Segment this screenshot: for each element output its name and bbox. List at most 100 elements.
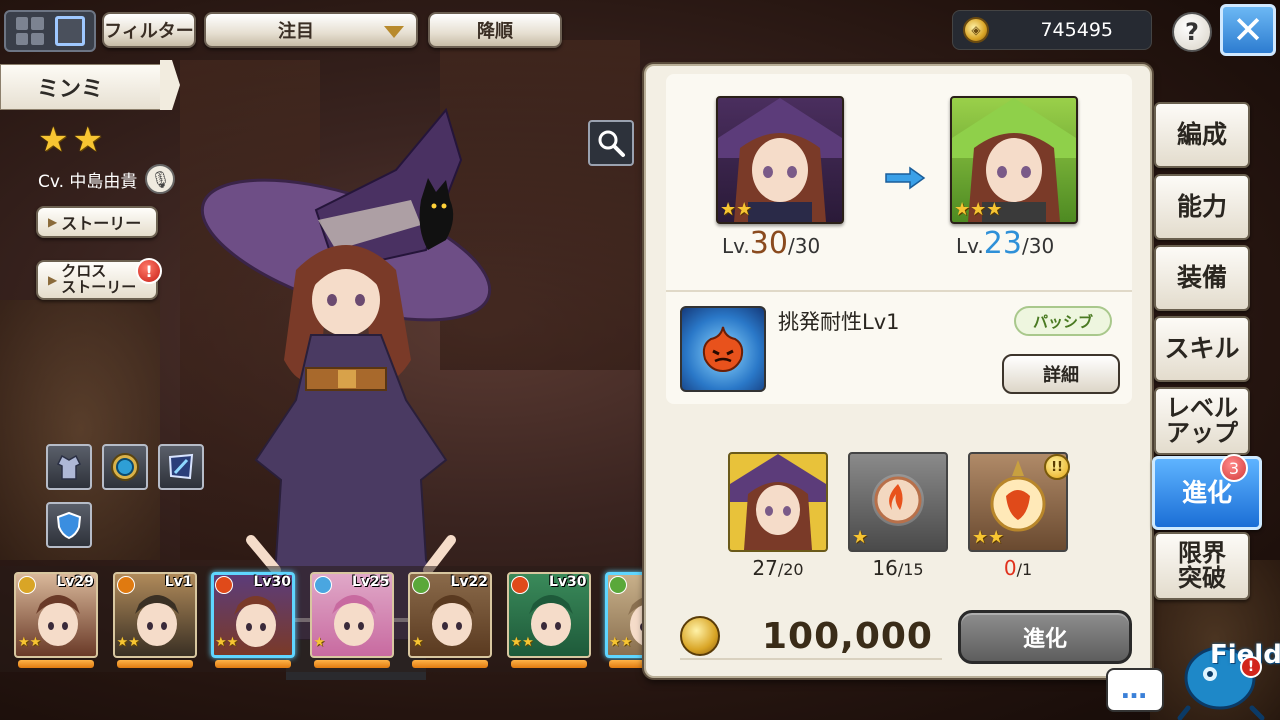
roster-exp-bar (215, 660, 291, 668)
level-before-max: /30 (787, 234, 821, 258)
material-pendant-have: 0 (1003, 556, 1017, 580)
material-orb-slot[interactable]: ★ (848, 452, 948, 552)
level-after: Lv.23/30 (956, 226, 1054, 261)
cross-story-alert-icon: ! (136, 258, 162, 284)
material-orb-have: 16 (872, 556, 898, 580)
element-icon (116, 576, 135, 594)
element-icon (412, 576, 430, 594)
roster-card[interactable]: Lv1 ★★ (112, 572, 197, 668)
element-icon (215, 576, 233, 594)
coin-icon (680, 616, 720, 656)
roster-stars: ★★ (18, 635, 42, 650)
level-before-prefix: Lv. (722, 234, 750, 258)
star-icon: ★ (72, 120, 103, 160)
zoom-search-icon[interactable] (588, 120, 634, 166)
material-orb-need: /15 (897, 560, 924, 579)
gold-counter: ◈ 745495 (952, 10, 1152, 50)
roster-card[interactable]: Lv29 ★★ (14, 572, 98, 668)
element-icon (313, 576, 332, 594)
level-after-max: /30 (1021, 234, 1055, 258)
portrait-after[interactable]: ★★★ (950, 96, 1078, 224)
material-character-need: /20 (777, 560, 804, 579)
skill-type-badge: パッシブ (1014, 306, 1112, 336)
roster-level: Lv22 (450, 574, 488, 590)
tab-stats[interactable]: 能力 (1154, 174, 1250, 240)
element-icon (18, 576, 36, 594)
roster-level: Lv30 (253, 574, 291, 590)
tab-formation[interactable]: 編成 (1154, 102, 1250, 168)
cross-story-button-label: クロス ストーリー (61, 262, 137, 296)
portrait-after-stars: ★★★ (954, 199, 1003, 220)
voice-actor: Cv. 中島由貴 🎙 (38, 164, 176, 194)
roster-card[interactable]: Lv22 ★ (408, 572, 492, 668)
roster-stars: ★ (412, 635, 424, 650)
name-plate-tab (160, 60, 180, 110)
level-after-value: 23 (983, 226, 1022, 261)
roster-card[interactable]: Lv25 ★ (309, 572, 394, 668)
level-after-prefix: Lv. (956, 234, 984, 258)
roster-stars: ★★ (510, 635, 534, 650)
roster-exp-bar (313, 660, 390, 668)
microphone-icon[interactable]: 🎙 (145, 164, 176, 194)
evolution-cost: 100,000 (680, 614, 942, 660)
roster-level: Lv25 (351, 574, 390, 590)
star-icon: ★ (38, 120, 69, 160)
skill-icon[interactable] (680, 306, 766, 392)
tab-level-up[interactable]: レベル アップ (1154, 387, 1250, 455)
roster-exp-bar (18, 660, 94, 668)
roster-stars: ★★ (215, 635, 239, 650)
roster-level: Lv29 (56, 574, 94, 590)
evolution-cost-value: 100,000 (762, 615, 933, 657)
rarity-stars: ★ ★ (38, 120, 103, 160)
roster-level: Lv1 (164, 574, 193, 590)
play-arrow-icon: ▶ (48, 215, 58, 229)
roster-card[interactable]: Lv30 ★★ (506, 572, 591, 668)
material-alert-icon: !! (1044, 454, 1070, 480)
tab-equipment[interactable]: 装備 (1154, 245, 1250, 311)
roster-stars: ★★ (609, 635, 633, 650)
accessory-equip-icon[interactable] (102, 444, 148, 490)
level-before-value: 30 (749, 226, 788, 261)
element-icon (510, 576, 529, 594)
roster-card[interactable]: Lv30 ★★ (211, 572, 295, 668)
armor-equip-icon[interactable] (46, 444, 92, 490)
sort-dropdown[interactable]: 注目 (204, 12, 418, 48)
roster-stars: ★ (313, 635, 326, 650)
skill-name: 挑発耐性Lv1 (778, 310, 900, 334)
voice-actor-label: Cv. 中島由貴 (38, 171, 138, 192)
tab-skill[interactable]: スキル (1154, 316, 1250, 382)
roster-exp-bar (116, 660, 193, 668)
field-button-icon[interactable] (1170, 622, 1280, 720)
material-pendant-need: /1 (1016, 560, 1033, 579)
evolution-tab-badge: 3 (1220, 454, 1248, 482)
single-view-icon[interactable] (54, 16, 85, 46)
material-character-slot[interactable] (728, 452, 828, 552)
evolution-arrow-icon (885, 166, 926, 190)
divider (666, 290, 1132, 292)
story-button[interactable]: ▶ ストーリー (36, 206, 158, 238)
level-before: Lv.30/30 (722, 226, 820, 261)
grid-view-icon[interactable] (15, 17, 44, 45)
help-button[interactable]: ? (1172, 12, 1212, 52)
close-button[interactable]: ✕ (1220, 4, 1276, 56)
element-icon (609, 576, 627, 594)
material-character-have: 27 (752, 556, 778, 580)
roster-exp-bar (412, 660, 488, 668)
view-toggle[interactable] (4, 10, 96, 52)
play-arrow-icon: ▶ (48, 273, 58, 287)
sort-order-button[interactable]: 降順 (428, 12, 562, 48)
chat-button[interactable]: … (1106, 668, 1164, 712)
roster-level: Lv30 (548, 574, 587, 590)
coin-icon: ◈ (963, 17, 989, 43)
material-character-count: 27/20 (728, 556, 828, 580)
material-orb-count: 16/15 (848, 556, 948, 580)
tab-limit-break[interactable]: 限界 突破 (1154, 532, 1250, 600)
character-name: ミンミ (0, 64, 168, 110)
evolve-button[interactable]: 進化 (958, 610, 1132, 664)
portrait-before[interactable]: ★★ (716, 96, 844, 224)
shield-equip-icon[interactable] (46, 502, 92, 548)
story-button-label: ストーリー (61, 214, 142, 233)
skill-detail-button[interactable]: 詳細 (1002, 354, 1120, 394)
filter-button[interactable]: フィルター (102, 12, 196, 48)
gold-amount: 745495 (1040, 19, 1113, 41)
